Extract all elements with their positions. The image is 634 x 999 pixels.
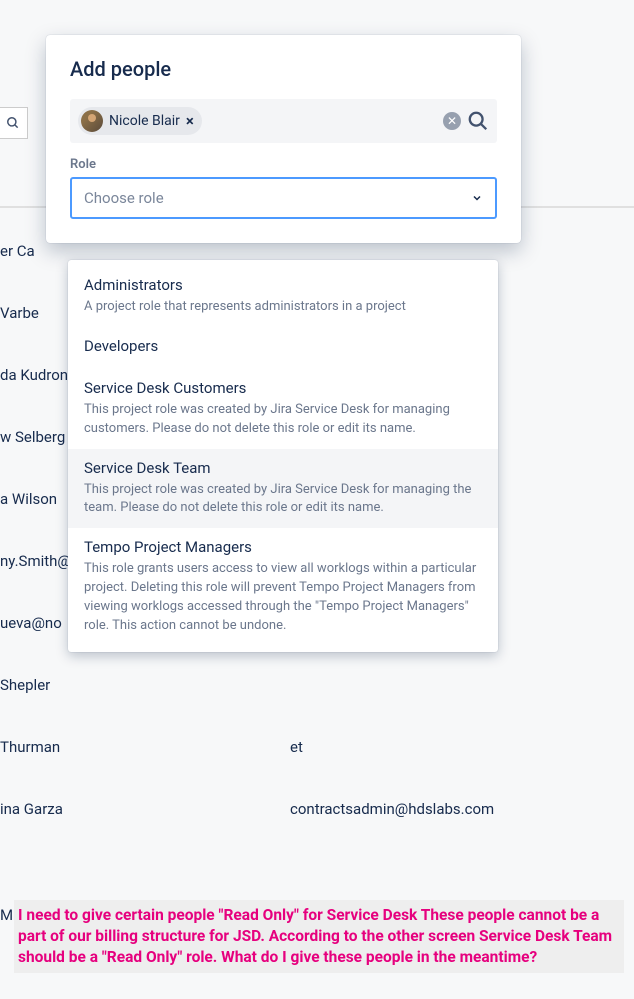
background-search-box[interactable] — [0, 107, 28, 139]
table-row: ina Garzacontractsadmin@hdslabs.com — [0, 778, 634, 840]
user-name-cell: Shepler — [0, 676, 290, 694]
role-option-desc: This project role was created by Jira Se… — [84, 401, 482, 439]
role-option-desc: This role grants users access to view al… — [84, 560, 482, 635]
role-option-label: Service Desk Team — [84, 459, 482, 477]
role-option-label: Administrators — [84, 276, 482, 294]
role-option[interactable]: Service Desk Customers This project role … — [68, 369, 498, 449]
search-icon — [6, 116, 20, 130]
role-option-desc: This project role was created by Jira Se… — [84, 481, 482, 519]
role-field-label: Role — [70, 157, 497, 172]
add-people-modal: Add people Nicole Blair × ✕ Role Choose … — [46, 35, 521, 243]
table-row — [0, 840, 634, 884]
user-name-cell: ina Garza — [0, 800, 290, 818]
role-select[interactable]: Choose role — [70, 177, 497, 219]
role-option[interactable]: Administrators A project role that repres… — [68, 266, 498, 327]
table-row: Shepler — [0, 654, 634, 716]
chip-remove-icon[interactable]: × — [186, 114, 194, 129]
user-email-cell — [290, 242, 634, 260]
search-icon — [467, 110, 489, 132]
role-dropdown: Administrators A project role that repres… — [68, 260, 498, 652]
chevron-down-icon — [471, 192, 483, 204]
user-name-cell: Thurman — [0, 738, 290, 756]
search-button[interactable] — [467, 110, 489, 132]
user-email-cell — [290, 676, 634, 694]
avatar — [81, 110, 103, 132]
role-select-placeholder: Choose role — [84, 189, 164, 207]
person-chip[interactable]: Nicole Blair × — [78, 107, 202, 135]
user-name-cell: er Ca — [0, 242, 290, 260]
user-email-cell: et — [290, 738, 634, 756]
clear-all-icon[interactable]: ✕ — [443, 112, 461, 130]
role-option[interactable]: Developers — [68, 327, 498, 369]
role-option[interactable]: Service Desk Team This project role was c… — [68, 449, 498, 529]
role-option-label: Service Desk Customers — [84, 379, 482, 397]
role-option-desc: A project role that represents administr… — [84, 298, 482, 317]
modal-title: Add people — [70, 57, 497, 81]
role-option-label: Developers — [84, 337, 482, 355]
chip-name: Nicole Blair — [109, 113, 180, 129]
annotation-text: I need to give certain people "Read Only… — [14, 900, 624, 973]
role-option-label: Tempo Project Managers — [84, 538, 482, 556]
people-chip-row[interactable]: Nicole Blair × ✕ — [70, 99, 497, 143]
role-option[interactable]: Tempo Project Managers This role grants u… — [68, 528, 498, 645]
table-row: Thurmanet — [0, 716, 634, 778]
user-email-cell: contractsadmin@hdslabs.com — [290, 800, 634, 818]
